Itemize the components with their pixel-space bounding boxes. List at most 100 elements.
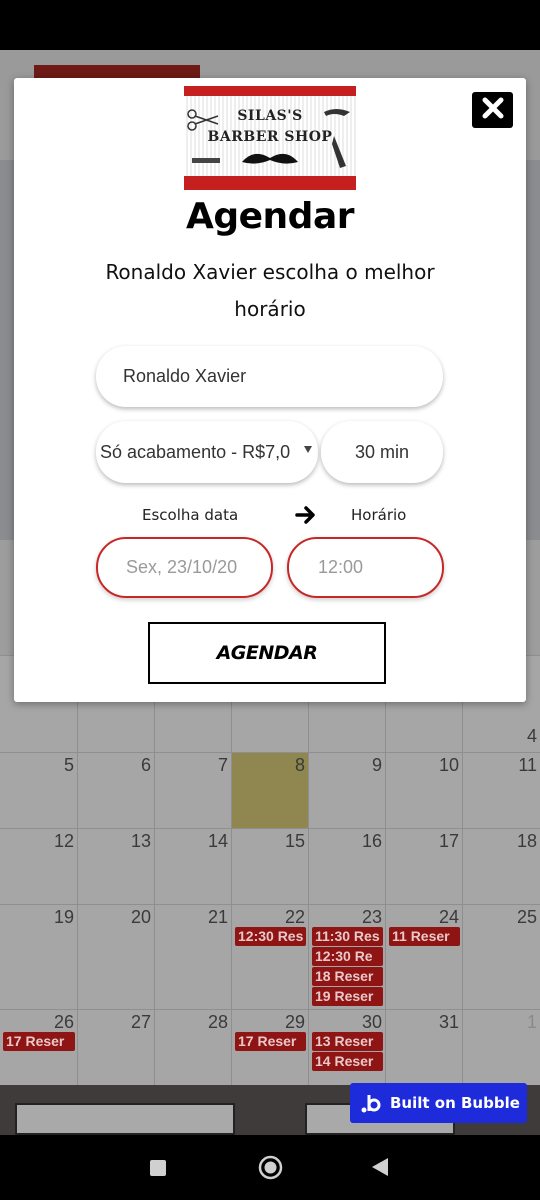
booking-chip[interactable]: 17 Reser xyxy=(235,1032,306,1051)
calendar-day[interactable]: 29 17 Reser xyxy=(231,1010,308,1085)
day-number: 13 xyxy=(130,831,151,851)
calendar-day[interactable]: 27 xyxy=(77,1010,154,1085)
day-number: 27 xyxy=(130,1012,151,1032)
system-nav-bar xyxy=(0,1135,540,1200)
day-number: 5 xyxy=(63,755,74,775)
arrow-right-icon xyxy=(295,504,317,526)
day-number: 23 xyxy=(361,907,382,927)
day-number: 22 xyxy=(284,907,305,927)
booking-chip[interactable]: 12:30 Res xyxy=(235,927,306,946)
booking-list: 11:30 Res 12:30 Re 18 Reser 19 Reser xyxy=(312,927,383,1007)
day-number: 21 xyxy=(207,907,228,927)
calendar-day[interactable]: 31 xyxy=(385,1010,462,1085)
calendar-day[interactable]: 22 12:30 Res xyxy=(231,905,308,1009)
calendar-day[interactable]: 17 xyxy=(385,829,462,904)
calendar-day[interactable]: 26 17 Reser xyxy=(0,1010,77,1085)
barber-shop-logo: SILAS'S BARBER SHOP xyxy=(184,86,356,190)
calendar-day[interactable]: 11 xyxy=(462,753,540,828)
day-number: 30 xyxy=(361,1012,382,1032)
day-number: 15 xyxy=(284,831,305,851)
day-number: 12 xyxy=(53,831,74,851)
time-picker-input[interactable]: 12:00 xyxy=(287,537,444,598)
calendar-day[interactable]: 15 xyxy=(231,829,308,904)
modal-title: Agendar xyxy=(186,196,355,237)
built-on-bubble-badge[interactable]: Built on Bubble xyxy=(350,1083,527,1123)
booking-chip[interactable]: 17 Reser xyxy=(3,1032,75,1051)
day-number: 20 xyxy=(130,907,151,927)
booking-chip[interactable]: 12:30 Re xyxy=(312,947,383,966)
calendar-day[interactable]: 30 13 Reser 14 Reser xyxy=(308,1010,385,1085)
calendar-day[interactable]: 16 xyxy=(308,829,385,904)
badge-label: Built on Bubble xyxy=(390,1094,520,1112)
scissors-icon xyxy=(187,109,350,168)
day-number: 10 xyxy=(438,755,459,775)
day-number: 31 xyxy=(438,1012,459,1032)
calendar-day[interactable]: 28 xyxy=(154,1010,231,1085)
calendar-day[interactable]: 21 xyxy=(154,905,231,1009)
client-name-field[interactable]: Ronaldo Xavier xyxy=(96,346,443,407)
calendar-day[interactable]: 9 xyxy=(308,753,385,828)
calendar-day[interactable]: 25 xyxy=(462,905,540,1009)
status-bar xyxy=(0,0,540,50)
booking-modal: SILAS'S BARBER SHOP Agendar Ronaldo Xavi… xyxy=(14,78,526,702)
booking-chip[interactable]: 14 Reser xyxy=(312,1052,383,1071)
calendar-day[interactable]: 1 xyxy=(462,1010,540,1085)
day-number: 29 xyxy=(284,1012,305,1032)
calendar-day[interactable]: 10 xyxy=(385,753,462,828)
day-number: 1 xyxy=(526,1012,537,1032)
day-number: 6 xyxy=(140,755,151,775)
day-number: 19 xyxy=(53,907,74,927)
calendar-day[interactable]: 24 11 Reser xyxy=(385,905,462,1009)
day-number: 16 xyxy=(361,831,382,851)
calendar-week: 26 17 Reser 27 28 29 17 Reser 30 13 Rese… xyxy=(0,1009,540,1085)
day-number: 8 xyxy=(294,755,305,775)
calendar-day[interactable]: 20 xyxy=(77,905,154,1009)
calendar-day[interactable]: 5 xyxy=(0,753,77,828)
day-number: 28 xyxy=(207,1012,228,1032)
date-picker-input[interactable]: Sex, 23/10/20 xyxy=(96,537,273,598)
booking-list: 12:30 Res xyxy=(235,927,306,947)
agendar-button[interactable]: AGENDAR xyxy=(148,622,386,684)
close-icon xyxy=(481,96,505,125)
booking-chip[interactable]: 18 Reser xyxy=(312,967,383,986)
calendar-week: 19 20 21 22 12:30 Res 23 11:30 Res 12:30… xyxy=(0,904,540,1009)
calendar-day[interactable]: 19 xyxy=(0,905,77,1009)
calendar-day[interactable]: 6 xyxy=(77,753,154,828)
booking-chip[interactable]: 19 Reser xyxy=(312,987,383,1006)
calendar-day[interactable]: 7 xyxy=(154,753,231,828)
calendar-day[interactable]: 14 xyxy=(154,829,231,904)
day-number: 18 xyxy=(516,831,537,851)
square-icon[interactable] xyxy=(150,1160,166,1181)
calendar-day[interactable]: 12 xyxy=(0,829,77,904)
duration-field: 30 min xyxy=(321,421,443,483)
day-number: 9 xyxy=(371,755,382,775)
day-number: 14 xyxy=(207,831,228,851)
back-triangle-icon[interactable] xyxy=(372,1158,388,1181)
calendar-day[interactable]: 13 xyxy=(77,829,154,904)
booking-chip[interactable]: 11:30 Res xyxy=(312,927,383,946)
time-placeholder: 12:00 xyxy=(318,557,364,577)
booking-chip[interactable]: 13 Reser xyxy=(312,1032,383,1051)
calendar-day-today[interactable]: 8 xyxy=(231,753,308,828)
calendar: 4 5 6 7 8 9 10 11 12 13 14 15 16 17 18 1… xyxy=(0,655,540,1085)
service-dropdown[interactable]: Só acabamento - R$7,0 xyxy=(96,421,318,483)
day-number: 25 xyxy=(516,907,537,927)
calendar-week: 12 13 14 15 16 17 18 xyxy=(0,828,540,904)
booking-list: 17 Reser xyxy=(3,1032,75,1052)
day-number: 26 xyxy=(53,1012,74,1032)
day-number: 17 xyxy=(438,831,459,851)
booking-chip[interactable]: 11 Reser xyxy=(389,927,460,946)
calendar-day[interactable]: 18 xyxy=(462,829,540,904)
date-placeholder: Sex, 23/10/20 xyxy=(126,557,238,577)
bubble-logo-icon xyxy=(360,1092,382,1114)
calendar-day[interactable]: 23 11:30 Res 12:30 Re 18 Reser 19 Reser xyxy=(308,905,385,1009)
chevron-down-icon xyxy=(304,446,312,453)
day-number: 24 xyxy=(438,907,459,927)
footer-button[interactable] xyxy=(15,1103,235,1135)
circle-icon[interactable] xyxy=(258,1155,283,1185)
time-label: Horário xyxy=(351,506,407,524)
calendar-week: 5 6 7 8 9 10 11 xyxy=(0,752,540,828)
day-number: 4 xyxy=(526,726,537,746)
date-label: Escolha data xyxy=(142,506,239,524)
close-button[interactable] xyxy=(472,92,513,128)
